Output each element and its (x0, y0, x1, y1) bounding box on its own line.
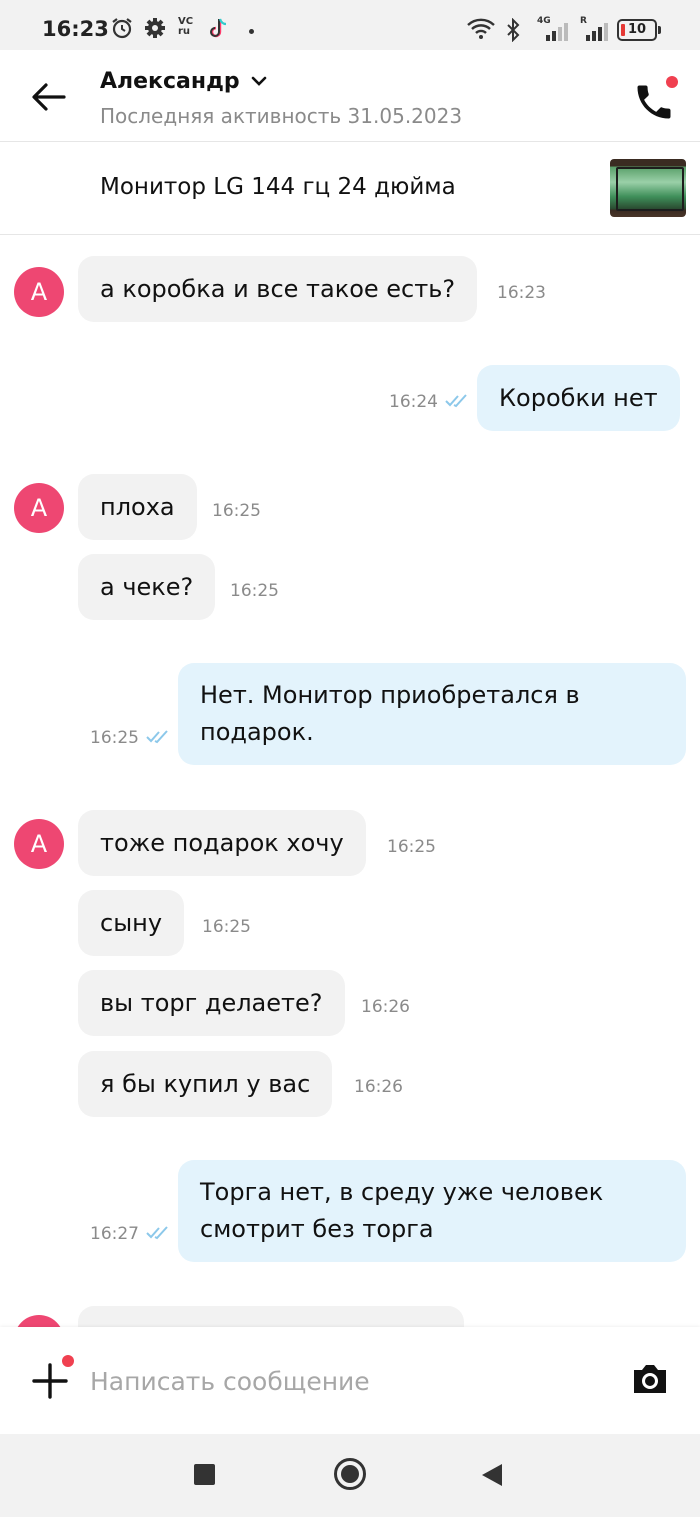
avatar: A (14, 819, 64, 869)
message-time: 16:25 (202, 917, 251, 937)
back-button[interactable] (28, 80, 68, 114)
recent-apps-button[interactable] (194, 1464, 215, 1485)
settings-icon (145, 18, 165, 38)
signal-roaming-icon (586, 23, 608, 41)
plus-icon (32, 1363, 68, 1399)
status-bar: 16:23 VC ru 4G R 10 (0, 0, 700, 50)
message-bubble-incoming[interactable]: вы торг делаете? (78, 970, 345, 1036)
message-bubble-incoming[interactable]: тоже подарок хочу (78, 810, 366, 876)
message-bubble-incoming[interactable]: плоха (78, 474, 197, 540)
avatar-letter: A (30, 278, 48, 306)
bluetooth-icon (507, 18, 520, 42)
system-navigation-bar (0, 1434, 700, 1517)
listing-bar[interactable]: Монитор LG 144 гц 24 дюйма (0, 142, 700, 235)
double-check-icon (445, 394, 467, 408)
avatar (14, 1315, 64, 1327)
avatar: A (14, 267, 64, 317)
alarm-icon (112, 18, 132, 39)
message-time: 16:25 (90, 728, 139, 748)
signal-4g-icon (546, 23, 568, 41)
double-check-icon (146, 1226, 168, 1240)
avatar-letter: A (30, 830, 48, 858)
message-bubble-incoming-partial[interactable] (78, 1306, 464, 1327)
camera-button[interactable] (630, 1361, 670, 1397)
message-bubble-outgoing[interactable]: Коробки нет (477, 365, 680, 431)
call-notification-dot (666, 76, 678, 88)
message-bubble-outgoing[interactable]: Нет. Монитор приобретался в подарок. (178, 663, 686, 765)
call-button[interactable] (632, 76, 680, 124)
message-bubble-outgoing[interactable]: Торга нет, в среду уже человек смотрит б… (178, 1160, 686, 1262)
arrow-left-icon (32, 83, 66, 111)
message-time: 16:26 (361, 997, 410, 1017)
status-time: 16:23 (42, 17, 109, 41)
last-activity: Последняя активность 31.05.2023 (100, 104, 463, 128)
chat-header: Александр Последняя активность 31.05.202… (0, 50, 700, 142)
listing-title[interactable]: Монитор LG 144 гц 24 дюйма (100, 174, 456, 200)
wifi-icon (467, 18, 495, 39)
message-time: 16:25 (230, 581, 279, 601)
message-composer (0, 1327, 700, 1434)
chevron-down-icon[interactable] (250, 74, 268, 88)
listing-thumbnail[interactable] (610, 159, 686, 217)
system-back-button[interactable] (482, 1464, 502, 1486)
avatar-letter: A (30, 494, 48, 522)
battery-indicator: 10 (617, 19, 661, 41)
message-time: 16:23 (497, 283, 546, 303)
attach-notification-dot (62, 1355, 74, 1367)
message-bubble-incoming[interactable]: а коробка и все такое есть? (78, 256, 478, 322)
message-input[interactable] (90, 1357, 600, 1405)
tiktok-icon (210, 18, 227, 38)
camera-icon (634, 1365, 666, 1393)
notification-more-dot (249, 29, 254, 34)
home-button[interactable] (334, 1458, 366, 1490)
message-bubble-incoming[interactable]: сыну (78, 890, 185, 956)
message-time: 16:25 (212, 501, 261, 521)
message-bubble-incoming[interactable]: а чеке? (78, 554, 216, 620)
double-check-icon (146, 730, 168, 744)
message-bubble-incoming[interactable]: я бы купил у вас (78, 1051, 333, 1117)
message-time: 16:27 (90, 1224, 139, 1244)
message-time: 16:26 (354, 1077, 403, 1097)
message-time: 16:25 (387, 837, 436, 857)
avatar: A (14, 483, 64, 533)
contact-name[interactable]: Александр (100, 69, 240, 94)
message-list[interactable]: A а коробка и все такое есть? 16:23 16:2… (0, 235, 700, 1327)
attach-button[interactable] (30, 1361, 70, 1401)
vc-ru-icon: VC ru (178, 16, 194, 37)
message-time: 16:24 (389, 392, 438, 412)
